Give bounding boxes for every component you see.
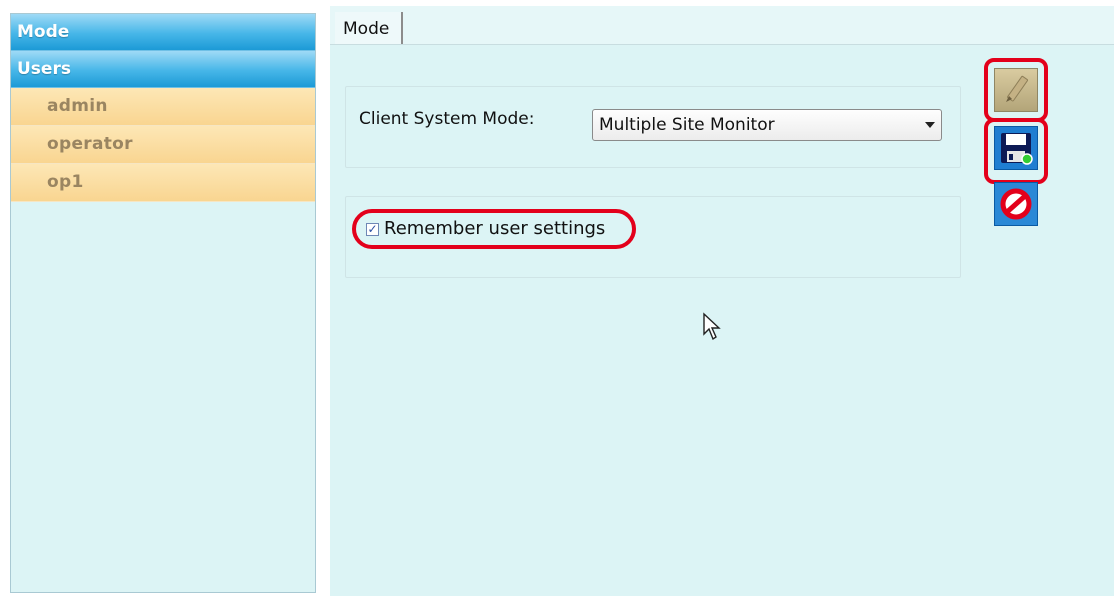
sidebar-item-op1[interactable]: op1 [11, 164, 315, 202]
sidebar-item-operator[interactable]: operator [11, 126, 315, 164]
settings-panel: ✓ Remember user settings [345, 196, 961, 278]
mouse-cursor-icon [703, 312, 721, 341]
tab-mode[interactable]: Mode [335, 12, 404, 44]
pencil-icon [1006, 75, 1028, 102]
sidebar-item-admin[interactable]: admin [11, 88, 315, 126]
sidebar-section-users[interactable]: Users [11, 51, 315, 88]
client-system-mode-value: Multiple Site Monitor [599, 115, 775, 135]
remember-settings-highlight: ✓ Remember user settings [352, 209, 636, 249]
main-panel: Mode Client System Mode: Multiple Site M… [330, 6, 1114, 596]
tab-strip: Mode [330, 6, 1114, 45]
edit-button[interactable] [994, 68, 1038, 112]
sidebar-section-mode[interactable]: Mode [11, 14, 315, 51]
mode-panel: Client System Mode: Multiple Site Monito… [345, 86, 961, 168]
no-entry-icon [1000, 188, 1032, 220]
remember-settings-label[interactable]: Remember user settings [384, 218, 605, 239]
floppy-disk-icon [1001, 133, 1033, 165]
client-system-mode-label: Client System Mode: [359, 109, 535, 129]
client-system-mode-select[interactable]: Multiple Site Monitor [592, 109, 942, 141]
cancel-button[interactable] [994, 182, 1038, 226]
sidebar: Mode Users admin operator op1 [10, 13, 316, 593]
remember-settings-checkbox[interactable]: ✓ [366, 223, 379, 236]
save-button[interactable] [994, 126, 1038, 170]
chevron-down-icon [925, 122, 935, 128]
